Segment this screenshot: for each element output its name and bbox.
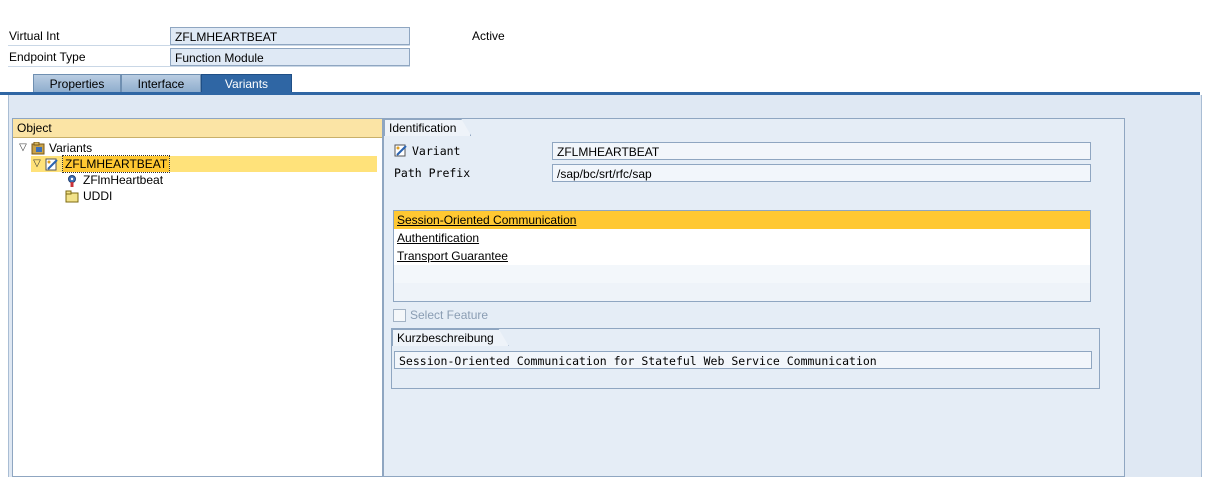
virtual-int-label: Virtual Int xyxy=(9,29,60,43)
tab-interface[interactable]: Interface xyxy=(121,74,201,92)
variant-edit-icon xyxy=(394,144,408,157)
variant-edit-icon xyxy=(45,158,59,171)
endpoint-type-label: Endpoint Type xyxy=(9,50,86,64)
expand-triangle-icon[interactable]: ▽ xyxy=(31,156,43,172)
select-feature-checkbox-row[interactable]: Select Feature xyxy=(393,308,488,322)
kurzbeschreibung-group-label: Kurzbeschreibung xyxy=(392,329,509,346)
tree-item-label: ZFLMHEARTBEAT xyxy=(61,155,171,173)
tree-item-label: ZFlmHeartbeat xyxy=(83,173,164,187)
service-gear-icon xyxy=(65,174,79,187)
tree-item-uddi[interactable]: UDDI xyxy=(63,188,112,204)
short-description-field[interactable]: Session-Oriented Communication for State… xyxy=(394,351,1092,369)
tree-header[interactable]: Object xyxy=(13,119,382,138)
path-prefix-label: Path Prefix xyxy=(394,166,471,180)
tab-variants[interactable]: Variants xyxy=(201,74,292,92)
status-text: Active xyxy=(472,29,505,43)
tab-properties[interactable]: Properties xyxy=(33,74,121,92)
variant-label: Variant xyxy=(412,144,461,158)
tree-item-zflmheartbeat-service[interactable]: ZFlmHeartbeat xyxy=(63,172,163,188)
tree-item-label: UDDI xyxy=(83,189,113,203)
folder-icon xyxy=(65,190,79,203)
tree-item-zflmheartbeat[interactable]: ▽ ZFLMHEARTBEAT xyxy=(31,155,377,173)
tree-item-variants[interactable]: ▽ Variants xyxy=(17,140,92,156)
feature-session-oriented-communication[interactable]: Session-Oriented Communication xyxy=(394,211,1090,229)
list-empty-row xyxy=(394,265,1090,283)
expand-triangle-icon[interactable]: ▽ xyxy=(17,140,29,156)
feature-list: Session-Oriented Communication Authentif… xyxy=(393,210,1091,302)
feature-transport-guarantee[interactable]: Transport Guarantee xyxy=(394,247,1090,265)
tree-item-label: Variants xyxy=(49,141,93,155)
select-feature-checkbox[interactable] xyxy=(393,308,406,322)
header-divider xyxy=(8,66,410,67)
virtual-int-field[interactable]: ZFLMHEARTBEAT xyxy=(170,27,410,45)
feature-authentification[interactable]: Authentification xyxy=(394,229,1090,247)
header-divider xyxy=(8,45,410,46)
object-tree: Object ▽ Variants ▽ ZFLMHEARTBEAT ZFlmHe… xyxy=(12,118,383,477)
variants-folder-icon xyxy=(31,141,45,155)
endpoint-type-field[interactable]: Function Module xyxy=(170,48,410,66)
path-prefix-field[interactable]: /sap/bc/srt/rfc/sap xyxy=(552,164,1091,182)
identification-group-label: Identification xyxy=(384,119,471,136)
select-feature-label: Select Feature xyxy=(410,308,489,322)
variant-field[interactable]: ZFLMHEARTBEAT xyxy=(552,142,1091,160)
